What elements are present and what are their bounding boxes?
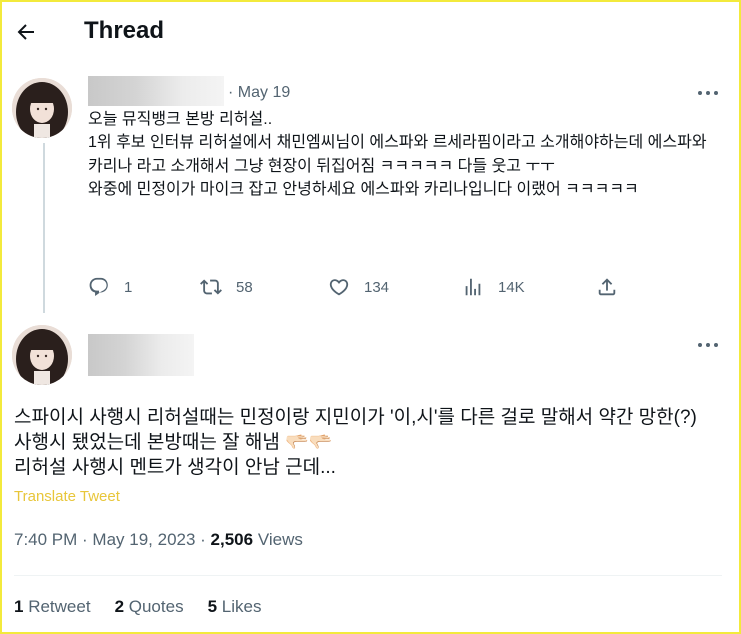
views-button[interactable]: 14K xyxy=(462,274,525,300)
reply-button[interactable]: 1 xyxy=(88,274,132,300)
like-button[interactable]: 134 xyxy=(328,274,389,300)
tweet-timestamp: 7:40 PM · May 19, 2023 · 2,506 Views xyxy=(14,530,303,550)
retweets-stat[interactable]: 1 Retweet xyxy=(14,597,91,617)
retweets-stat-label: Retweet xyxy=(23,597,91,616)
blurred-author-name xyxy=(88,76,224,106)
likes-stat-count: 5 xyxy=(207,597,218,616)
retweet-count: 58 xyxy=(236,278,253,296)
reply-count: 1 xyxy=(124,278,133,296)
like-icon xyxy=(329,279,349,296)
page-title: Thread xyxy=(84,17,165,44)
timestamp-text[interactable]: 7:40 PM · May 19, 2023 · xyxy=(14,530,211,549)
more-icon[interactable] xyxy=(698,87,722,99)
avatar[interactable] xyxy=(12,325,72,385)
thread-header: Thread xyxy=(0,0,737,62)
retweet-button[interactable]: 58 xyxy=(200,274,253,300)
avatar[interactable] xyxy=(12,78,72,138)
tweet-text: 오늘 뮤직뱅크 본방 리허설.. 1위 후보 인터뷰 리허설에서 채민엠씨님이 … xyxy=(88,111,707,199)
views-count: 14K xyxy=(498,278,525,296)
quotes-stat-count: 2 xyxy=(114,597,125,616)
views-icon xyxy=(465,278,481,296)
divider xyxy=(14,575,722,576)
tweet-stats: 1 Retweet 2 Quotes 5 Likes xyxy=(14,597,261,617)
blurred-author-name xyxy=(88,334,194,376)
reply-icon xyxy=(89,277,108,296)
retweet-icon xyxy=(200,279,222,295)
share-icon xyxy=(598,278,616,296)
views-total: 2,506 xyxy=(210,530,254,549)
back-arrow-icon[interactable] xyxy=(14,20,38,44)
share-button[interactable] xyxy=(596,274,618,300)
tweet-date[interactable]: · May 19 xyxy=(228,84,290,102)
tweet-actions: 1 58 134 14K xyxy=(0,274,737,302)
more-icon[interactable] xyxy=(698,339,722,351)
like-count: 134 xyxy=(364,278,390,296)
views-label: Views xyxy=(253,530,303,549)
likes-stat-label: Likes xyxy=(217,597,262,616)
tweet-text: 스파이시 사행시 리허설때는 민정이랑 지민이가 '이,시'를 다른 걸로 말해… xyxy=(14,407,697,478)
quotes-stat[interactable]: 2 Quotes xyxy=(115,597,184,617)
quotes-stat-label: Quotes xyxy=(124,597,184,616)
translate-tweet-link[interactable]: Translate Tweet xyxy=(14,488,120,505)
likes-stat[interactable]: 5 Likes xyxy=(208,597,262,617)
